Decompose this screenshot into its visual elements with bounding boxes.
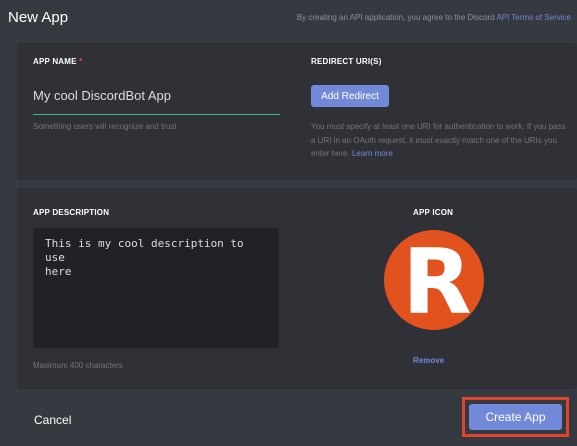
api-terms-link[interactable]: API Terms of Service [496,13,571,22]
app-icon-letter: R [402,230,471,332]
app-name-label-text: APP NAME [33,57,77,66]
app-description-textarea[interactable]: This is my cool description to use here [33,228,279,348]
modal-title: New App [8,9,69,26]
app-description-label: APP DESCRIPTION [33,208,110,217]
modal-footer: Cancel Create App [0,392,577,446]
required-mark: * [79,57,83,66]
app-name-input[interactable]: My cool DiscordBot App [33,81,280,115]
terms-notice: By creating an API application, you agre… [297,13,571,22]
app-icon-image[interactable]: R [382,228,486,335]
cancel-button[interactable]: Cancel [34,413,71,427]
create-app-highlight: Create App [462,397,569,437]
remove-icon-button[interactable]: Remove [413,356,444,365]
modal-header: New App By creating an API application, … [0,0,577,40]
app-name-label: APP NAME * [33,57,82,66]
add-redirect-button[interactable]: Add Redirect [311,85,389,107]
learn-more-link[interactable]: Learn more [352,149,393,158]
app-name-hint: Something users will recognize and trust [33,122,177,131]
description-icon-card: APP DESCRIPTION This is my cool descript… [17,188,577,389]
redirect-hint-text: You must specify at least one URI for au… [311,122,566,158]
description-hint: Maximum 400 characters [33,361,123,370]
create-app-button[interactable]: Create App [469,404,562,430]
redirect-uris-label: REDIRECT URI(S) [311,57,382,66]
terms-text: By creating an API application, you agre… [296,13,497,22]
redirect-hint: You must specify at least one URI for au… [311,120,569,161]
app-icon-svg: R [384,230,484,335]
app-name-redirect-card: APP NAME * My cool DiscordBot App Someth… [17,43,577,180]
app-icon-label: APP ICON [413,208,454,217]
